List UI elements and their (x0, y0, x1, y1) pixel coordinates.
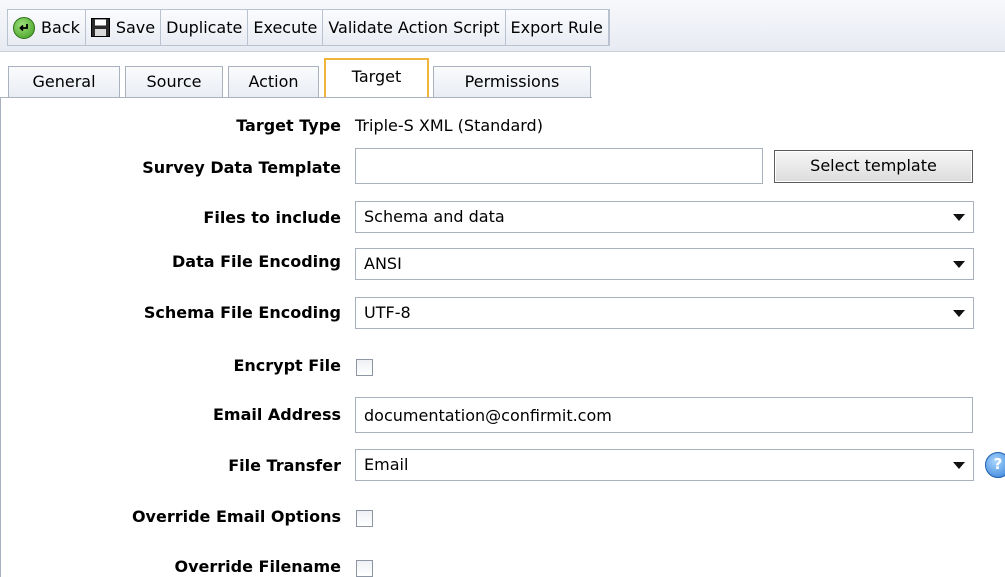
tab-label: Target (351, 67, 402, 86)
email-address-input[interactable]: documentation@confirmit.com (355, 397, 973, 433)
tab-general[interactable]: General (8, 66, 120, 97)
data-file-encoding-label: Data File Encoding (172, 252, 341, 271)
validate-action-script-button[interactable]: Validate Action Script (323, 10, 506, 45)
help-icon[interactable]: ? (985, 452, 1005, 478)
file-transfer-label: File Transfer (228, 456, 341, 475)
tab-divider (0, 97, 592, 98)
tab-label: Permissions (464, 72, 560, 91)
schema-file-encoding-value: UTF-8 (364, 303, 411, 322)
dropdown-arrow-icon (953, 462, 965, 469)
execute-label: Execute (253, 18, 318, 37)
target-type-label: Target Type (236, 116, 341, 135)
dropdown-arrow-icon (953, 261, 965, 268)
files-to-include-value: Schema and data (364, 207, 505, 226)
tab-bar: General Source Action Target Permissions (0, 58, 1005, 98)
schema-file-encoding-label: Schema File Encoding (143, 303, 341, 322)
execute-button[interactable]: Execute (248, 10, 324, 45)
encrypt-file-label: Encrypt File (233, 356, 341, 375)
back-label: Back (41, 18, 80, 37)
dropdown-arrow-icon (953, 214, 965, 221)
file-transfer-select[interactable]: Email (355, 449, 974, 481)
toolbar-buttons: Back Save Duplicate Execute Validate Act… (7, 9, 610, 46)
tab-action[interactable]: Action (228, 66, 319, 97)
override-filename-label: Override Filename (174, 557, 341, 576)
file-transfer-value: Email (364, 455, 409, 474)
tab-label: Action (248, 72, 299, 91)
validate-label: Validate Action Script (328, 18, 500, 37)
export-label: Export Rule (510, 18, 603, 37)
back-button[interactable]: Back (8, 10, 86, 45)
floppy-disk-icon (90, 18, 110, 37)
tab-permissions[interactable]: Permissions (433, 66, 591, 97)
override-email-options-label: Override Email Options (131, 507, 341, 526)
panel-border (0, 98, 1, 577)
tab-source[interactable]: Source (125, 66, 223, 97)
files-to-include-label: Files to include (203, 208, 341, 227)
save-button[interactable]: Save (86, 10, 162, 45)
survey-template-label: Survey Data Template (142, 158, 341, 177)
tab-label: General (32, 72, 96, 91)
override-email-options-checkbox[interactable] (356, 510, 373, 527)
email-address-value: documentation@confirmit.com (364, 406, 612, 425)
toolbar: Back Save Duplicate Execute Validate Act… (0, 0, 1005, 52)
email-address-label: Email Address (212, 405, 341, 424)
survey-template-input[interactable] (355, 148, 763, 184)
back-arrow-icon (13, 16, 35, 39)
files-to-include-select[interactable]: Schema and data (355, 201, 974, 233)
duplicate-label: Duplicate (166, 18, 243, 37)
select-template-button[interactable]: Select template (774, 150, 973, 183)
tab-label: Source (146, 72, 202, 91)
encrypt-file-checkbox[interactable] (356, 359, 373, 376)
schema-file-encoding-select[interactable]: UTF-8 (355, 297, 974, 329)
export-rule-button[interactable]: Export Rule (506, 10, 609, 45)
duplicate-button[interactable]: Duplicate (161, 10, 249, 45)
override-filename-checkbox[interactable] (356, 560, 373, 577)
data-file-encoding-value: ANSI (364, 254, 402, 273)
save-label: Save (115, 18, 156, 37)
dropdown-arrow-icon (953, 310, 965, 317)
data-file-encoding-select[interactable]: ANSI (355, 248, 974, 280)
tab-target[interactable]: Target (324, 58, 429, 98)
target-type-value: Triple-S XML (Standard) (355, 116, 543, 135)
